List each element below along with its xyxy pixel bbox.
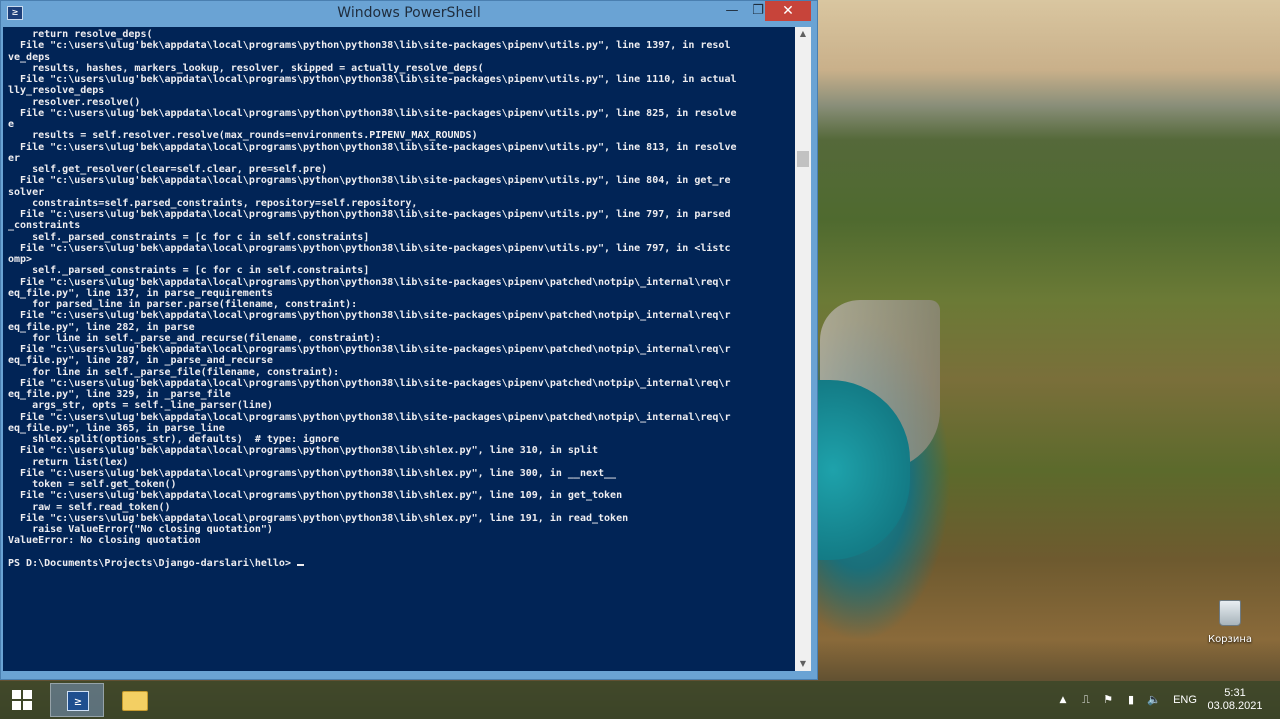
console-line: raw = self.read_token() [8,501,171,513]
console-line: eq_file.py", line 365, in parse_line [8,422,225,434]
console-line: return list(lex) [8,456,129,468]
console-line: results, hashes, markers_lookup, resolve… [8,62,484,74]
console-line: constraints=self.parsed_constraints, rep… [8,197,418,209]
recycle-bin-icon [1219,600,1241,626]
vertical-scrollbar[interactable]: ▲ ▼ [795,27,811,671]
battery-icon[interactable]: ▮ [1123,681,1139,719]
console-line: File "c:\users\ulug'bek\appdata\local\pr… [8,310,731,322]
network-icon[interactable]: ⎍ [1077,681,1095,719]
powershell-window[interactable]: ≥ Windows PowerShell — ❐ ✕ return resolv… [0,0,818,680]
console-line: File "c:\users\ulug'bek\appdata\local\pr… [8,467,617,479]
file-explorer-icon [122,691,148,711]
taskbar: ≥ ▲ ⎍ ⚑ ▮ 🔈 ENG 5:31 03.08.2021 [0,681,1280,719]
console-line: token = self.get_token() [8,479,177,490]
console-line: e [8,119,15,130]
console-line: for parsed_line in parser.parse(filename… [8,299,358,310]
text-cursor [296,563,304,566]
taskbar-powershell-button[interactable]: ≥ [50,683,104,717]
recycle-bin-shortcut[interactable]: Корзина [1200,600,1260,655]
console-line: eq_file.py", line 329, in _parse_file [8,389,231,400]
scrollbar-thumb[interactable] [797,151,809,167]
console-line: return resolve_deps( [8,29,153,40]
console-line: File "c:\users\ulug'bek\appdata\local\pr… [8,141,737,153]
recycle-bin-label: Корзина [1207,634,1253,645]
console-line: File "c:\users\ulug'bek\appdata\local\pr… [8,276,731,288]
show-hidden-icons-icon[interactable]: ▲ [1055,681,1071,719]
console-line: File "c:\users\ulug'bek\appdata\local\pr… [8,175,731,187]
console-line: omp> [8,254,33,265]
console-line: File "c:\users\ulug'bek\appdata\local\pr… [8,74,737,85]
console-line: self.get_resolver(clear=self.clear, pre=… [8,164,328,175]
console-line: File "c:\users\ulug'bek\appdata\local\pr… [8,411,731,423]
scroll-up-icon[interactable]: ▲ [795,27,811,41]
console-line: File "c:\users\ulug'bek\appdata\local\pr… [8,512,629,524]
console-line: File "c:\users\ulug'bek\appdata\local\pr… [8,107,737,119]
console-line: File "c:\users\ulug'bek\appdata\local\pr… [8,40,731,52]
windows-logo-icon [12,690,32,710]
window-title: Windows PowerShell [337,5,481,21]
console-line: PS D:\Documents\Projects\Django-darslari… [8,557,297,569]
console-line: results = self.resolver.resolve(max_roun… [8,130,478,142]
console-line: File "c:\users\ulug'bek\appdata\local\pr… [8,377,731,389]
console-line: raise ValueError("No closing quotation") [8,524,273,535]
console-line: File "c:\users\ulug'bek\appdata\local\pr… [8,209,731,220]
console-line: resolver.resolve() [8,96,141,108]
title-bar[interactable]: ≥ Windows PowerShell — ❐ ✕ [1,1,817,27]
console-line: for line in self._parse_file(filename, c… [8,366,340,378]
console-line: lly_resolve_deps [8,85,105,97]
console-line: er [8,152,21,164]
scroll-down-icon[interactable]: ▼ [795,657,811,671]
console-text: return resolve_deps( File "c:\users\ulug… [3,27,795,569]
minimize-button[interactable]: — [718,1,746,21]
console-line: self._parsed_constraints = [c for c in s… [8,231,370,243]
clock-time: 5:31 [1224,687,1246,699]
console-line: solver [8,186,45,198]
console-line: _constraints [8,220,81,232]
console-line: File "c:\users\ulug'bek\appdata\local\pr… [8,445,599,457]
volume-icon[interactable]: 🔈 [1146,681,1162,719]
powershell-icon: ≥ [67,691,89,711]
action-center-flag-icon[interactable]: ⚑ [1100,681,1116,719]
console-line: ve_deps [8,51,51,63]
console-line: for line in self._parse_and_recurse(file… [8,332,382,344]
console-line: File "c:\users\ulug'bek\appdata\local\pr… [8,242,731,254]
console-line: self._parsed_constraints = [c for c in s… [8,265,370,277]
console-line: eq_file.py", line 287, in _parse_and_rec… [8,355,273,367]
console-line: eq_file.py", line 282, in parse [8,321,195,333]
taskbar-explorer-button[interactable] [108,683,162,717]
close-button[interactable]: ✕ [765,1,811,21]
console-line: ValueError: No closing quotation [8,535,201,547]
taskbar-clock[interactable]: 5:31 03.08.2021 [1205,687,1265,713]
console-line: args_str, opts = self._line_parser(line) [8,400,273,412]
console-output[interactable]: return resolve_deps( File "c:\users\ulug… [3,27,795,671]
console-line: File "c:\users\ulug'bek\appdata\local\pr… [8,344,731,355]
console-line: File "c:\users\ulug'bek\appdata\local\pr… [8,490,623,502]
clock-date: 03.08.2021 [1207,700,1263,712]
start-button[interactable] [0,681,46,719]
console-line: shlex.split(options_str), defaults) # ty… [8,434,340,445]
console-line: eq_file.py", line 137, in parse_requirem… [8,287,273,299]
language-indicator[interactable]: ENG [1170,681,1200,719]
